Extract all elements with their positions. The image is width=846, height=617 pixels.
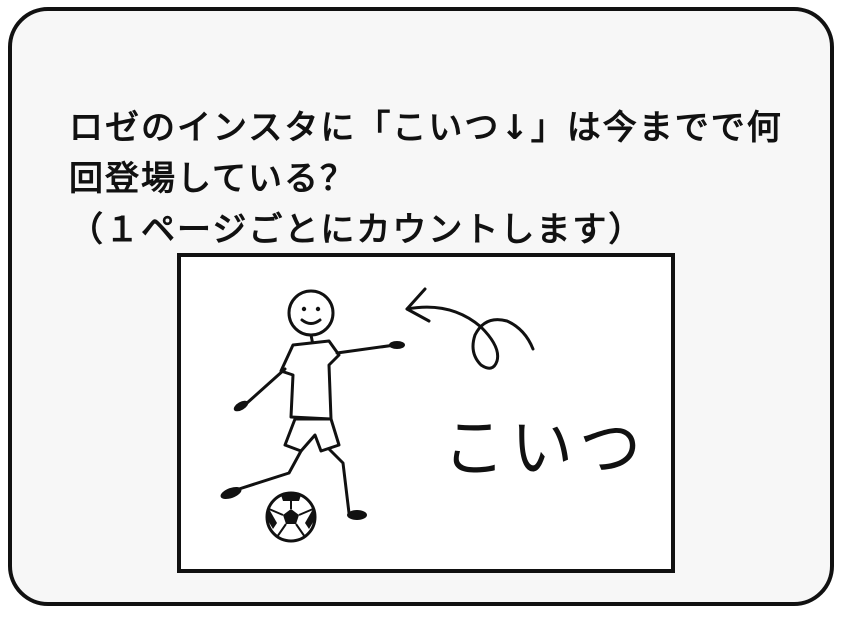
curly-arrow-icon (405, 287, 535, 370)
illustration-panel: こいつ (177, 253, 675, 573)
stick-figure-icon (220, 289, 405, 520)
question-line-2: 回登場している？ (69, 159, 356, 199)
question-line-1: ロゼのインスタに「こいつ↓」は今までで何 (69, 108, 783, 148)
soccer-ball-icon (265, 491, 317, 543)
question-line-3: （１ページごとにカウントします） (69, 210, 645, 250)
question-text: ロゼのインスタに「こいつ↓」は今までで何 回登場している？ （１ページごとにカウ… (69, 103, 829, 256)
handwritten-label: こいつ (443, 409, 648, 487)
